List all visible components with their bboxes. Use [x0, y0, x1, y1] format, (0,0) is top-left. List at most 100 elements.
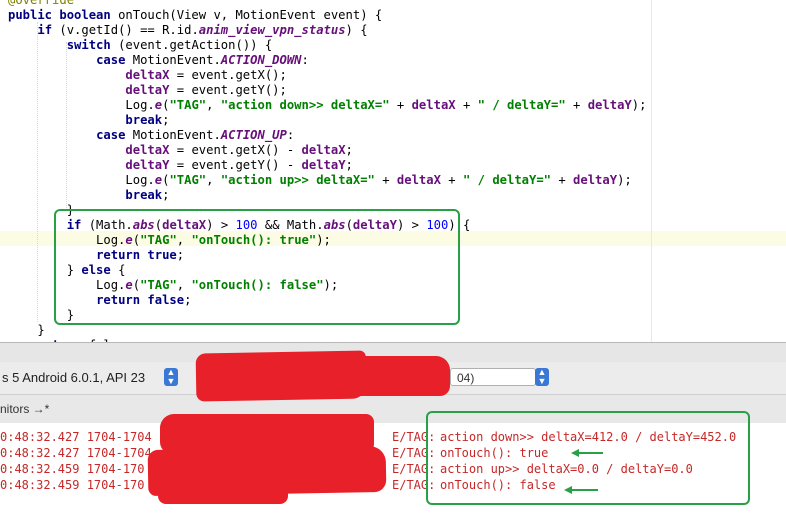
updown-chevron-icon[interactable]: ▲ ▼: [164, 368, 178, 386]
code-token: = event.getX() -: [169, 143, 302, 157]
code-token: case: [96, 53, 133, 67]
code-token: deltaX: [125, 68, 170, 82]
code-line[interactable]: case MotionEvent.ACTION_DOWN:: [8, 53, 309, 68]
code-token: deltaY: [125, 158, 170, 172]
code-token: ACTION_UP: [220, 128, 287, 142]
log-timestamp: 0:48:32.427 1704-1704: [0, 430, 152, 444]
process-select[interactable]: 04): [450, 368, 536, 386]
code-token: break: [125, 188, 163, 202]
tab-monitors[interactable]: nitors →*: [0, 402, 49, 416]
code-line[interactable]: deltaY = event.getY();: [8, 83, 287, 98]
code-line[interactable]: break;: [8, 113, 169, 128]
code-token: deltaX: [411, 98, 456, 112]
redaction-scribble: [330, 356, 450, 396]
code-token: ;: [345, 158, 353, 172]
log-timestamp: 0:48:32.459 1704-170: [0, 478, 145, 492]
log-timestamp: 0:48:32.427 1704-1704: [0, 446, 152, 460]
code-line[interactable]: deltaX = event.getX();: [8, 68, 287, 83]
code-token: :: [301, 53, 309, 67]
code-token: "action down>> deltaX=": [220, 98, 390, 112]
code-token: +: [455, 98, 478, 112]
code-token: = event.getY() -: [169, 158, 302, 172]
code-token: "TAG": [169, 98, 207, 112]
code-token: );: [617, 173, 632, 187]
code-line[interactable]: Log.e("TAG", "action down>> deltaX=" + d…: [8, 98, 646, 113]
code-token: = event.getX();: [169, 68, 287, 82]
code-line[interactable]: deltaX = event.getX() - deltaX;: [8, 143, 353, 158]
code-token: deltaX: [301, 143, 346, 157]
log-timestamp: 0:48:32.459 1704-170: [0, 462, 145, 476]
code-token: ;: [162, 188, 170, 202]
code-line[interactable]: switch (event.getAction()) {: [8, 38, 272, 53]
process-label: 04): [457, 371, 475, 385]
code-token: e: [154, 98, 163, 112]
redaction-scribble: [158, 484, 288, 504]
code-token: MotionEvent.: [132, 53, 221, 67]
annotation-arrowhead: [571, 449, 579, 457]
code-token: " / deltaY=": [477, 98, 566, 112]
code-token: @Override: [8, 0, 75, 7]
code-token: ;: [345, 143, 353, 157]
code-token: (v.getId() == R.id.: [59, 23, 199, 37]
code-token: onTouch(View v, MotionEvent event) {: [118, 8, 383, 22]
code-token: "action up>> deltaX=": [220, 173, 375, 187]
code-token: deltaY: [573, 173, 618, 187]
code-token: case: [96, 128, 133, 142]
code-token: Log.: [8, 98, 155, 112]
code-line[interactable]: case MotionEvent.ACTION_UP:: [8, 128, 294, 143]
code-token: +: [440, 173, 463, 187]
code-token: (event.getAction()) {: [118, 38, 273, 52]
annotation-arrow: [579, 452, 603, 454]
code-token: ,: [206, 173, 221, 187]
code-token: ACTION_DOWN: [220, 53, 302, 67]
code-token: );: [631, 98, 647, 112]
code-token: e: [154, 173, 163, 187]
code-line[interactable]: Log.e("TAG", "action up>> deltaX=" + del…: [8, 173, 632, 188]
code-annotation-box: [54, 209, 460, 325]
code-token: "TAG": [169, 173, 207, 187]
annotation-arrowhead: [564, 486, 572, 494]
code-token: deltaX: [396, 173, 441, 187]
code-token: +: [565, 98, 588, 112]
code-token: ) {: [345, 23, 368, 37]
code-line[interactable]: if (v.getId() == R.id.anim_view_vpn_stat…: [8, 23, 368, 38]
code-token: deltaX: [125, 143, 170, 157]
logcat-output[interactable]: 0:48:32.427 1704-1704 E/TAG: action down>>…: [0, 411, 786, 517]
code-token: deltaY: [125, 83, 170, 97]
device-label[interactable]: s 5 Android 6.0.1, API 23: [2, 370, 145, 385]
code-token: }: [8, 323, 45, 337]
updown-chevron-icon[interactable]: ▲ ▼: [535, 368, 549, 386]
code-token: public boolean: [8, 8, 119, 22]
right-margin-guide: [651, 0, 652, 342]
code-token: switch: [66, 38, 119, 52]
code-token: Log.: [8, 173, 155, 187]
code-line[interactable]: deltaY = event.getY() - deltaY;: [8, 158, 353, 173]
code-line[interactable]: public boolean onTouch(View v, MotionEve…: [8, 8, 382, 23]
code-token: +: [374, 173, 397, 187]
code-editor[interactable]: @Override public boolean onTouch(View v, …: [0, 0, 786, 342]
code-token: " / deltaY=": [462, 173, 552, 187]
code-token: deltaY: [301, 158, 346, 172]
code-token: anim_view_vpn_status: [198, 23, 346, 37]
code-token: ,: [206, 98, 221, 112]
code-token: if: [37, 23, 60, 37]
code-line[interactable]: break;: [8, 188, 169, 203]
code-token: MotionEvent.: [132, 128, 221, 142]
annotation-arrow: [572, 489, 598, 491]
code-token: deltaY: [587, 98, 632, 112]
code-token: = event.getY();: [169, 83, 287, 97]
code-token: ;: [162, 113, 170, 127]
code-token: :: [286, 128, 295, 142]
code-line[interactable]: }: [8, 323, 45, 338]
code-line[interactable]: @Override: [8, 0, 74, 8]
